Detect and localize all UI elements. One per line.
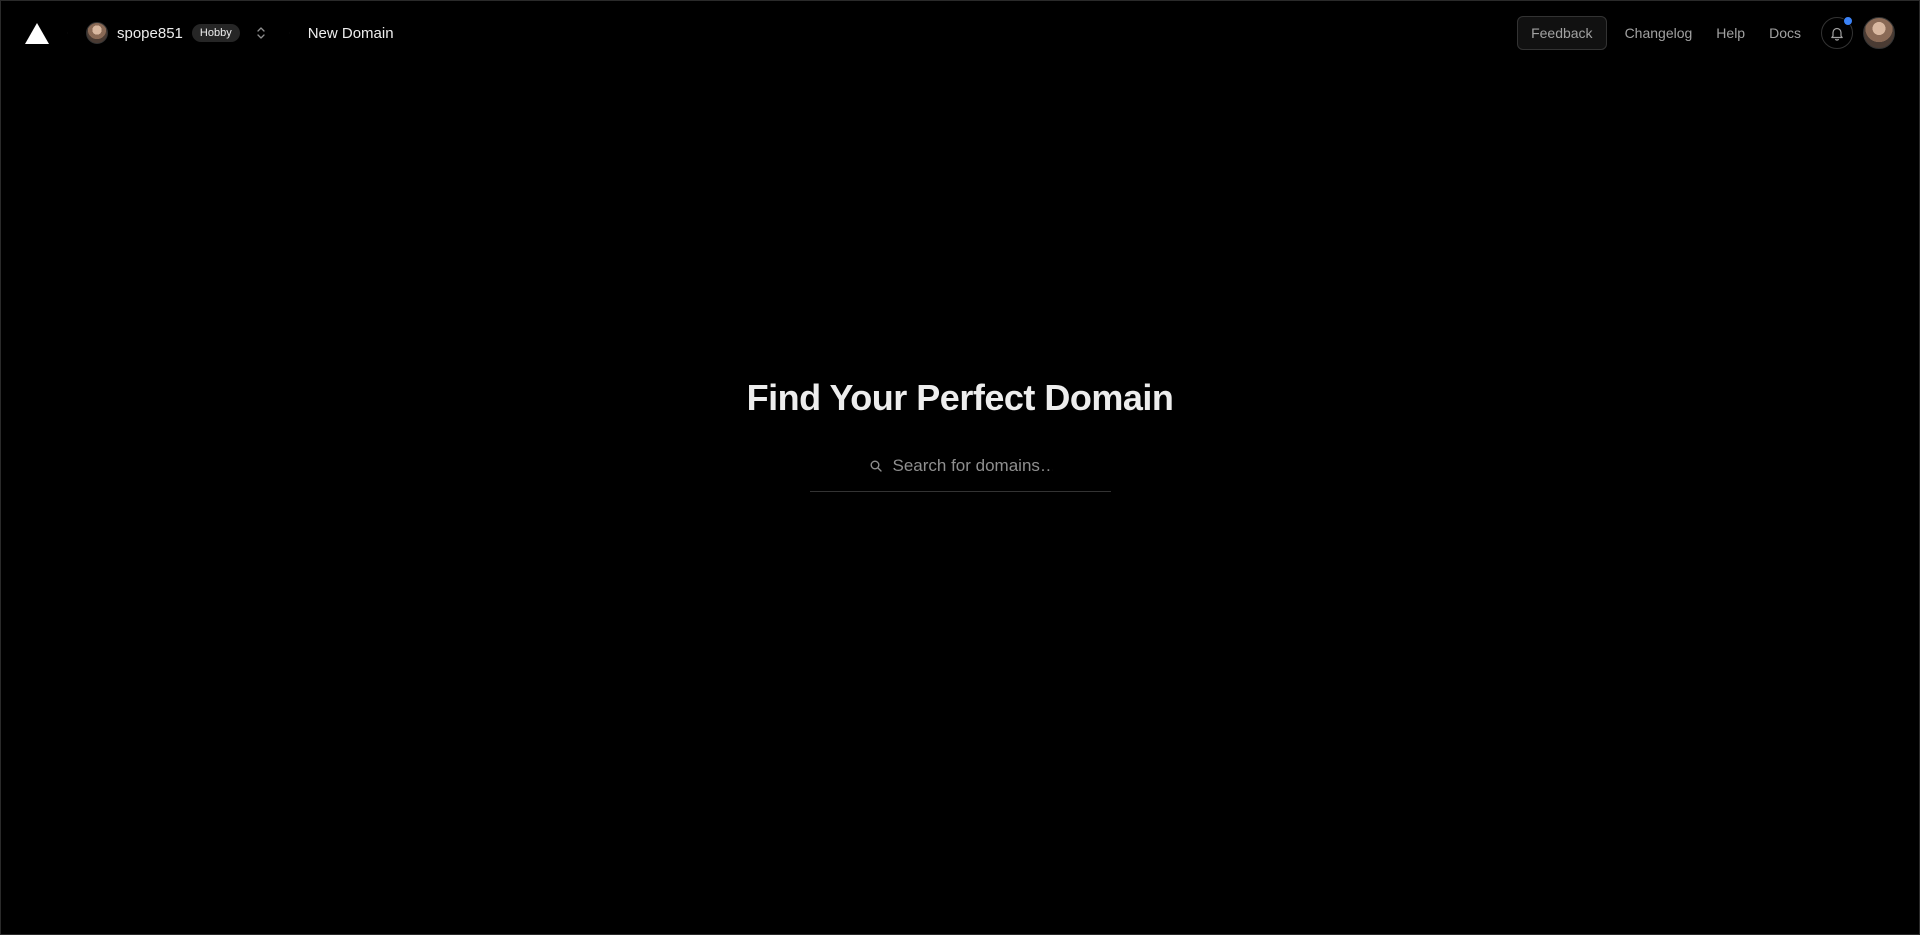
docs-link[interactable]: Docs [1757,25,1813,41]
breadcrumb-separator-icon [67,23,68,43]
breadcrumb-current: New Domain [307,24,394,42]
triangle-logo-icon[interactable] [25,22,49,44]
search-icon [869,459,883,473]
app-window: spope851 Hobby New Domain Feedback Chang… [0,0,1920,935]
team-switcher[interactable]: spope851 Hobby [86,22,269,44]
notification-dot [1843,16,1853,26]
top-navigation: spope851 Hobby New Domain Feedback Chang… [1,1,1919,65]
header-left: spope851 Hobby New Domain [1,1,394,65]
notifications-button[interactable] [1821,16,1853,49]
header-right: Feedback Changelog Help Docs [1517,1,1919,65]
changelog-link[interactable]: Changelog [1613,25,1705,41]
team-avatar [86,22,108,44]
user-avatar[interactable] [1863,17,1895,49]
plan-badge: Hobby [191,24,240,42]
team-name: spope851 [117,24,183,42]
breadcrumb-separator-icon [288,23,290,43]
help-link[interactable]: Help [1704,25,1757,41]
bell-icon [1831,27,1843,41]
feedback-button[interactable]: Feedback [1517,16,1607,50]
hero-section: Find Your Perfect Domain [1,377,1919,419]
domain-search [810,441,1111,492]
page-title: Find Your Perfect Domain [746,377,1174,418]
domain-search-input[interactable] [892,456,1053,476]
chevron-up-down-icon[interactable] [253,25,269,41]
